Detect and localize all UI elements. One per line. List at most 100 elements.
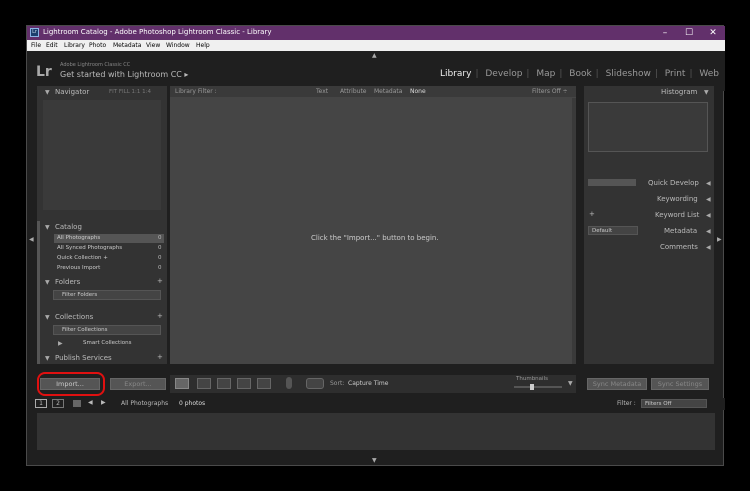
grid-view-area[interactable] (170, 86, 576, 364)
catalog-all-synced[interactable]: All Synced Photographs (57, 245, 122, 251)
filmstrip-source[interactable]: All Photographs (121, 400, 168, 407)
add-folder-button[interactable]: + (157, 277, 163, 285)
module-library[interactable]: Library (440, 69, 471, 79)
triangle-down-icon[interactable]: ▼ (704, 89, 709, 96)
metadata-header[interactable]: Metadata (664, 227, 697, 235)
triangle-down-icon[interactable]: ▼ (45, 89, 50, 96)
filters-off-dropdown[interactable]: Filters Off ÷ (532, 88, 568, 95)
left-panel-toggle-icon[interactable]: ◀ (29, 236, 34, 243)
filter-text[interactable]: Text (316, 88, 328, 95)
smart-collections[interactable]: Smart Collections (83, 340, 131, 346)
right-panel: Histogram ▼ Quick Develop ◀ Keywording ◀… (584, 86, 714, 364)
module-print[interactable]: Print (665, 69, 686, 79)
lightroom-window: Lr Lightroom Catalog - Adobe Photoshop L… (26, 25, 725, 466)
grid-view-icon[interactable] (175, 378, 189, 389)
secondary-window-button[interactable]: 2 (52, 399, 64, 408)
keywording-header[interactable]: Keywording (657, 195, 698, 203)
filter-folders-input[interactable]: Filter Folders (53, 290, 161, 300)
left-panel: ▼ Navigator FIT FILL 1:1 1:4 ▼ Catalog A… (37, 86, 167, 364)
sort-direction-icon[interactable] (306, 378, 324, 389)
chevron-right-icon: ▸ (184, 70, 189, 79)
catalog-header[interactable]: Catalog (55, 223, 82, 231)
triangle-left-icon[interactable]: ◀ (706, 212, 711, 219)
catalog-previous-import[interactable]: Previous Import (57, 265, 100, 271)
grid-scrollbar[interactable] (572, 98, 576, 364)
filmstrip[interactable] (37, 413, 715, 450)
triangle-left-icon[interactable]: ◀ (706, 180, 711, 187)
catalog-quick-collection[interactable]: Quick Collection + (57, 255, 108, 261)
right-panel-toggle-icon[interactable]: ▶ (717, 236, 722, 243)
menu-help[interactable]: Help (196, 42, 210, 49)
navigator-header[interactable]: Navigator (55, 88, 89, 96)
get-started-link[interactable]: Get started with Lightroom CC ▸ (60, 70, 188, 79)
collapse-top-icon[interactable]: ▲ (372, 52, 377, 59)
count-quick-collection: 0 (158, 255, 162, 261)
menu-view[interactable]: View (146, 42, 160, 49)
publish-services-header[interactable]: Publish Services (55, 354, 112, 362)
folders-header[interactable]: Folders (55, 278, 80, 286)
filter-attribute[interactable]: Attribute (340, 88, 367, 95)
photo-count[interactable]: 0 photos (179, 400, 205, 407)
menu-file[interactable]: File (31, 42, 41, 49)
thumbnails-label: Thumbnails (516, 376, 548, 382)
menu-metadata[interactable]: Metadata (113, 42, 141, 49)
add-collection-button[interactable]: + (157, 312, 163, 320)
menu-photo[interactable]: Photo (89, 42, 106, 49)
menu-edit[interactable]: Edit (46, 42, 58, 49)
triangle-down-icon[interactable]: ▼ (45, 355, 50, 362)
sort-dropdown[interactable]: Capture Time (348, 380, 388, 387)
histogram-header[interactable]: Histogram (661, 88, 697, 96)
left-panel-scrollbar[interactable] (37, 221, 40, 364)
add-keyword-button[interactable]: + (589, 210, 595, 218)
loupe-view-icon[interactable] (197, 378, 211, 389)
painter-icon[interactable] (286, 377, 292, 389)
product-name: Adobe Lightroom Classic CC (60, 62, 131, 68)
triangle-down-icon[interactable]: ▼ (45, 314, 50, 321)
collections-header[interactable]: Collections (55, 313, 93, 321)
collapse-bottom-icon[interactable]: ▼ (372, 457, 377, 464)
people-view-icon[interactable] (257, 378, 271, 389)
close-button[interactable]: ✕ (701, 26, 725, 40)
catalog-all-photographs[interactable]: All Photographs (57, 235, 100, 241)
add-publish-service-button[interactable]: + (157, 353, 163, 361)
saved-preset-select[interactable] (588, 179, 636, 186)
module-web[interactable]: Web (699, 69, 719, 79)
menu-library[interactable]: Library (64, 42, 85, 49)
thumbnail-slider-handle[interactable] (530, 384, 534, 390)
minimize-button[interactable]: – (653, 26, 677, 40)
primary-window-button[interactable]: 1 (35, 399, 47, 408)
module-book[interactable]: Book (569, 69, 591, 79)
comments-header[interactable]: Comments (660, 243, 698, 251)
triangle-left-icon[interactable]: ◀ (706, 244, 711, 251)
triangle-down-icon[interactable]: ▼ (45, 224, 50, 231)
module-slideshow[interactable]: Slideshow (606, 69, 651, 79)
filter-none[interactable]: None (410, 88, 426, 95)
export-button[interactable]: Export... (110, 378, 166, 390)
module-develop[interactable]: Develop (485, 69, 522, 79)
grid-view-icon[interactable] (73, 400, 81, 407)
thumbnail-size-slider[interactable] (514, 386, 562, 388)
triangle-left-icon[interactable]: ◀ (706, 196, 711, 203)
compare-view-icon[interactable] (217, 378, 231, 389)
module-picker: Library | Develop | Map | Book | Slideshow | … (439, 69, 719, 79)
back-arrow-icon[interactable]: ◀ (88, 399, 93, 406)
navigator-zoom-options[interactable]: FIT FILL 1:1 1:4 (109, 89, 151, 95)
filter-metadata[interactable]: Metadata (374, 88, 402, 95)
filmstrip-filter-select[interactable]: Filters Off (641, 399, 707, 408)
sync-metadata-button[interactable]: Sync Metadata (587, 378, 647, 390)
quick-develop-header[interactable]: Quick Develop (648, 179, 699, 187)
metadata-preset-select[interactable]: Default (588, 226, 638, 235)
keyword-list-header[interactable]: Keyword List (655, 211, 699, 219)
triangle-right-icon[interactable]: ▶ (58, 340, 63, 347)
triangle-down-icon[interactable]: ▼ (45, 279, 50, 286)
maximize-button[interactable]: ☐ (677, 26, 701, 40)
menu-window[interactable]: Window (166, 42, 190, 49)
survey-view-icon[interactable] (237, 378, 251, 389)
module-map[interactable]: Map (536, 69, 555, 79)
filter-collections-input[interactable]: Filter Collections (53, 325, 161, 335)
forward-arrow-icon[interactable]: ▶ (101, 399, 106, 406)
window-title: Lightroom Catalog - Adobe Photoshop Ligh… (43, 28, 272, 36)
toolbar-menu-icon[interactable]: ▼ (568, 380, 573, 387)
sync-settings-button[interactable]: Sync Settings (651, 378, 709, 390)
triangle-left-icon[interactable]: ◀ (706, 228, 711, 235)
